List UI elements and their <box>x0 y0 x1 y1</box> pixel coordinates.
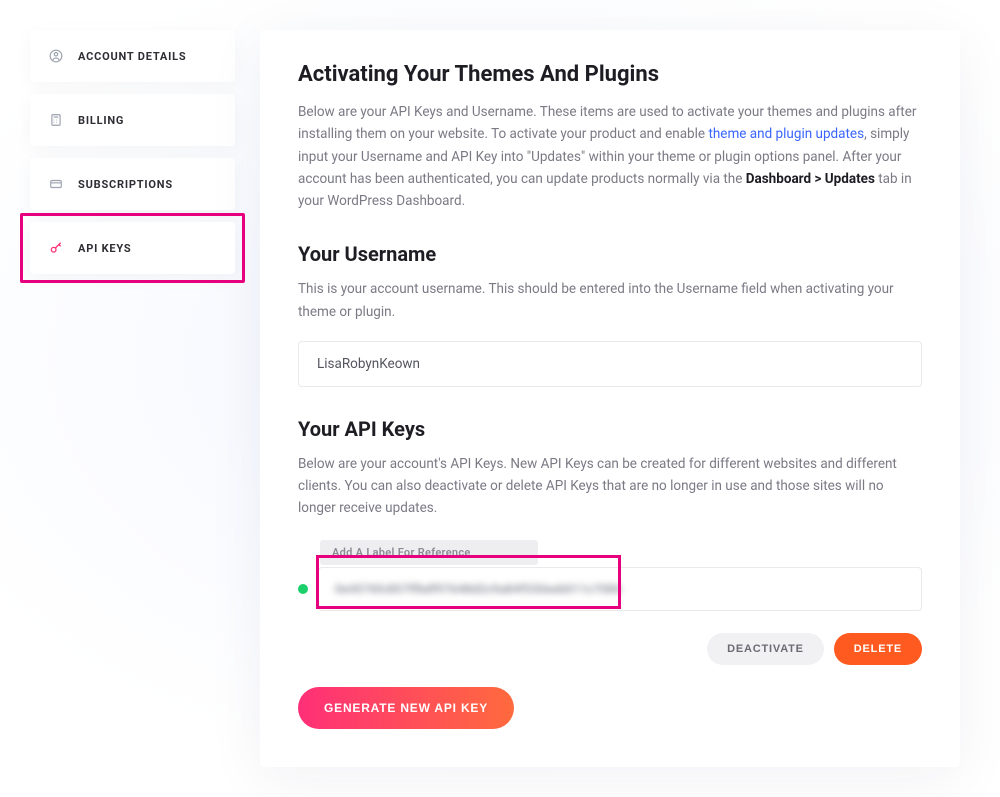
sidebar-item-label: API KEYS <box>78 242 132 255</box>
page-title: Activating Your Themes And Plugins <box>298 62 922 87</box>
intro-paragraph: Below are your API Keys and Username. Th… <box>298 101 922 212</box>
username-value-box[interactable]: LisaRobynKeown <box>298 341 922 387</box>
api-key-field[interactable]: 0e4576fc857ffbdf97648d2c9a84f530eeb011c7… <box>318 567 922 611</box>
api-key-label-input[interactable]: Add A Label For Reference <box>320 540 538 565</box>
sidebar-item-billing[interactable]: BILLING <box>30 94 235 146</box>
key-icon <box>48 240 64 256</box>
sidebar: ACCOUNT DETAILS BILLING SUBSCRIPTIONS AP… <box>30 30 235 767</box>
calculator-icon <box>48 112 64 128</box>
delete-button[interactable]: DELETE <box>834 633 922 665</box>
card-icon <box>48 176 64 192</box>
main-panel: Activating Your Themes And Plugins Below… <box>260 30 960 767</box>
user-circle-icon <box>48 48 64 64</box>
sidebar-item-label: ACCOUNT DETAILS <box>78 50 186 63</box>
theme-plugin-updates-link[interactable]: theme and plugin updates <box>708 126 864 142</box>
sidebar-item-label: BILLING <box>78 114 124 127</box>
sidebar-item-api-keys[interactable]: API KEYS <box>30 222 235 274</box>
username-description: This is your account username. This shou… <box>298 278 922 323</box>
apikeys-heading: Your API Keys <box>298 417 922 441</box>
sidebar-item-subscriptions[interactable]: SUBSCRIPTIONS <box>30 158 235 210</box>
dashboard-updates-strong: Dashboard > Updates <box>746 171 875 187</box>
username-heading: Your Username <box>298 242 922 266</box>
sidebar-item-account-details[interactable]: ACCOUNT DETAILS <box>30 30 235 82</box>
api-key-actions: DEACTIVATE DELETE <box>298 633 922 665</box>
api-key-value: 0e4576fc857ffbdf97648d2c9a84f530eeb011c7… <box>335 582 622 596</box>
status-dot-active <box>298 584 308 594</box>
sidebar-item-label: SUBSCRIPTIONS <box>78 178 173 191</box>
apikeys-description: Below are your account's API Keys. New A… <box>298 453 922 520</box>
api-key-row: 0e4576fc857ffbdf97648d2c9a84f530eeb011c7… <box>298 567 922 611</box>
deactivate-button[interactable]: DEACTIVATE <box>707 633 824 665</box>
